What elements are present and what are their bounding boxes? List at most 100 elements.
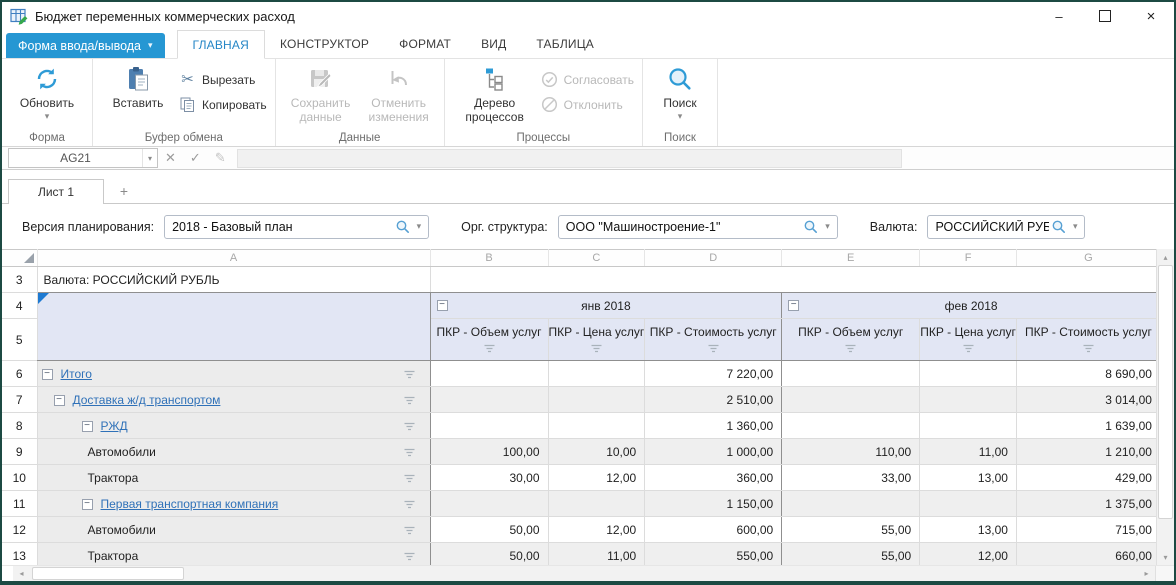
measure-header[interactable]: ПКР - Стоимость услуг	[1016, 319, 1160, 361]
data-cell[interactable]	[782, 491, 920, 517]
filter-icon[interactable]	[403, 499, 416, 509]
measure-header[interactable]: ПКР - Стоимость услуг	[645, 319, 782, 361]
paste-button[interactable]: Вставить	[101, 63, 175, 110]
data-cell[interactable]: 100,00	[430, 439, 548, 465]
measure-header[interactable]: ПКР - Объем услуг	[430, 319, 548, 361]
data-cell[interactable]: 660,00	[1016, 543, 1160, 566]
month-group-header[interactable]: −фев 2018	[782, 293, 1161, 319]
scroll-up-icon[interactable]: ▴	[1157, 249, 1174, 265]
sheet-tab[interactable]: Лист 1	[8, 179, 104, 204]
column-letter[interactable]: C	[548, 250, 645, 267]
column-letter[interactable]: A	[37, 250, 430, 267]
filter-icon[interactable]	[403, 551, 416, 561]
data-cell[interactable]: 3 014,00	[1016, 387, 1160, 413]
data-cell[interactable]	[920, 361, 1017, 387]
row-header-cell[interactable]: Автомобили	[37, 439, 430, 465]
data-cell[interactable]: 1 639,00	[1016, 413, 1160, 439]
reject-button[interactable]: Отклонить	[541, 96, 634, 113]
filter-icon[interactable]	[590, 343, 603, 353]
filter-icon[interactable]	[483, 343, 496, 353]
data-cell[interactable]: 1 375,00	[1016, 491, 1160, 517]
data-cell[interactable]: 55,00	[782, 517, 920, 543]
data-cell[interactable]	[782, 413, 920, 439]
row-label-link[interactable]: Итого	[61, 367, 92, 381]
ribbon-tab[interactable]: ГЛАВНАЯ	[177, 30, 265, 59]
vertical-scroll-track[interactable]	[1157, 265, 1174, 549]
collapse-icon[interactable]: −	[42, 369, 53, 380]
column-letter[interactable]: D	[645, 250, 782, 267]
row-header-cell[interactable]: −Итого	[37, 361, 430, 387]
data-cell[interactable]: 55,00	[782, 543, 920, 566]
cancel-entry-icon[interactable]: ✕	[158, 150, 183, 166]
data-cell[interactable]: 715,00	[1016, 517, 1160, 543]
data-cell[interactable]: 33,00	[782, 465, 920, 491]
filter-icon[interactable]	[403, 447, 416, 457]
data-cell[interactable]: 13,00	[920, 465, 1017, 491]
filter-icon[interactable]	[1082, 343, 1095, 353]
filter-icon[interactable]	[403, 525, 416, 535]
data-cell[interactable]: 429,00	[1016, 465, 1160, 491]
data-cell[interactable]	[782, 361, 920, 387]
data-cell[interactable]: 10,00	[548, 439, 645, 465]
row-dimension-corner-cell[interactable]	[37, 293, 430, 361]
refresh-button[interactable]: Обновить ▾	[10, 63, 84, 122]
cell-name-box[interactable]: AG21 ▾	[8, 148, 158, 168]
maximize-button[interactable]	[1082, 2, 1128, 30]
confirm-entry-icon[interactable]: ✓	[183, 150, 208, 166]
copy-button[interactable]: Копировать	[179, 96, 267, 113]
column-letter[interactable]: B	[430, 250, 548, 267]
filter-icon[interactable]	[707, 343, 720, 353]
filter-combo[interactable]: 2018 - Базовый план▾	[164, 215, 429, 239]
data-cell[interactable]: 7 220,00	[645, 361, 782, 387]
undo-changes-button[interactable]: Отменить изменения	[362, 63, 436, 124]
data-cell[interactable]	[430, 413, 548, 439]
month-group-header[interactable]: −янв 2018	[430, 293, 782, 319]
data-cell[interactable]	[548, 413, 645, 439]
scroll-left-icon[interactable]: ◂	[13, 566, 30, 581]
column-letter[interactable]: F	[920, 250, 1017, 267]
currency-info-cell[interactable]: Валюта: РОССИЙСКИЙ РУБЛЬ	[37, 267, 430, 293]
edit-formula-icon[interactable]: ✎	[208, 150, 233, 166]
form-io-button[interactable]: Форма ввода/вывода ▾	[6, 33, 165, 58]
cut-button[interactable]: ✂ Вырезать	[179, 71, 267, 88]
collapse-icon[interactable]: −	[82, 499, 93, 510]
row-label-link[interactable]: Доставка ж/д транспортом	[73, 393, 221, 407]
data-cell[interactable]	[430, 387, 548, 413]
data-cell[interactable]: 50,00	[430, 543, 548, 566]
data-cell[interactable]: 30,00	[430, 465, 548, 491]
data-cell[interactable]: 8 690,00	[1016, 361, 1160, 387]
data-cell[interactable]: 12,00	[548, 517, 645, 543]
data-cell[interactable]: 11,00	[920, 439, 1017, 465]
filter-combo[interactable]: РОССИЙСКИЙ РУБЛЬ▾	[927, 215, 1085, 239]
scroll-down-icon[interactable]: ▾	[1157, 549, 1174, 565]
row-header-cell[interactable]: −Первая транспортная компания	[37, 491, 430, 517]
select-all-corner[interactable]	[2, 250, 37, 267]
horizontal-scrollbar[interactable]: ◂ ▸	[2, 565, 1174, 581]
minimize-button[interactable]: –	[1036, 2, 1082, 30]
data-cell[interactable]: 13,00	[920, 517, 1017, 543]
empty-cell[interactable]	[430, 267, 1160, 293]
approve-button[interactable]: Согласовать	[541, 71, 634, 88]
column-letter[interactable]: G	[1016, 250, 1160, 267]
data-cell[interactable]	[430, 361, 548, 387]
filter-icon[interactable]	[403, 473, 416, 483]
horizontal-scroll-track[interactable]	[30, 566, 1138, 581]
measure-header[interactable]: ПКР - Цена услуг	[920, 319, 1017, 361]
data-cell[interactable]	[920, 413, 1017, 439]
filter-icon[interactable]	[962, 343, 975, 353]
search-icon[interactable]	[393, 219, 413, 235]
row-label-link[interactable]: РЖД	[101, 419, 128, 433]
data-cell[interactable]	[548, 387, 645, 413]
data-cell[interactable]	[548, 361, 645, 387]
filter-icon[interactable]	[403, 395, 416, 405]
formula-input[interactable]	[237, 149, 902, 168]
row-header-cell[interactable]: Автомобили	[37, 517, 430, 543]
column-letter[interactable]: E	[782, 250, 920, 267]
data-cell[interactable]	[920, 491, 1017, 517]
data-cell[interactable]: 550,00	[645, 543, 782, 566]
chevron-down-icon[interactable]: ▾	[413, 221, 429, 232]
filter-icon[interactable]	[844, 343, 857, 353]
data-cell[interactable]: 1 000,00	[645, 439, 782, 465]
horizontal-scroll-thumb[interactable]	[32, 567, 184, 580]
ribbon-tab[interactable]: КОНСТРУКТОР	[265, 30, 384, 58]
